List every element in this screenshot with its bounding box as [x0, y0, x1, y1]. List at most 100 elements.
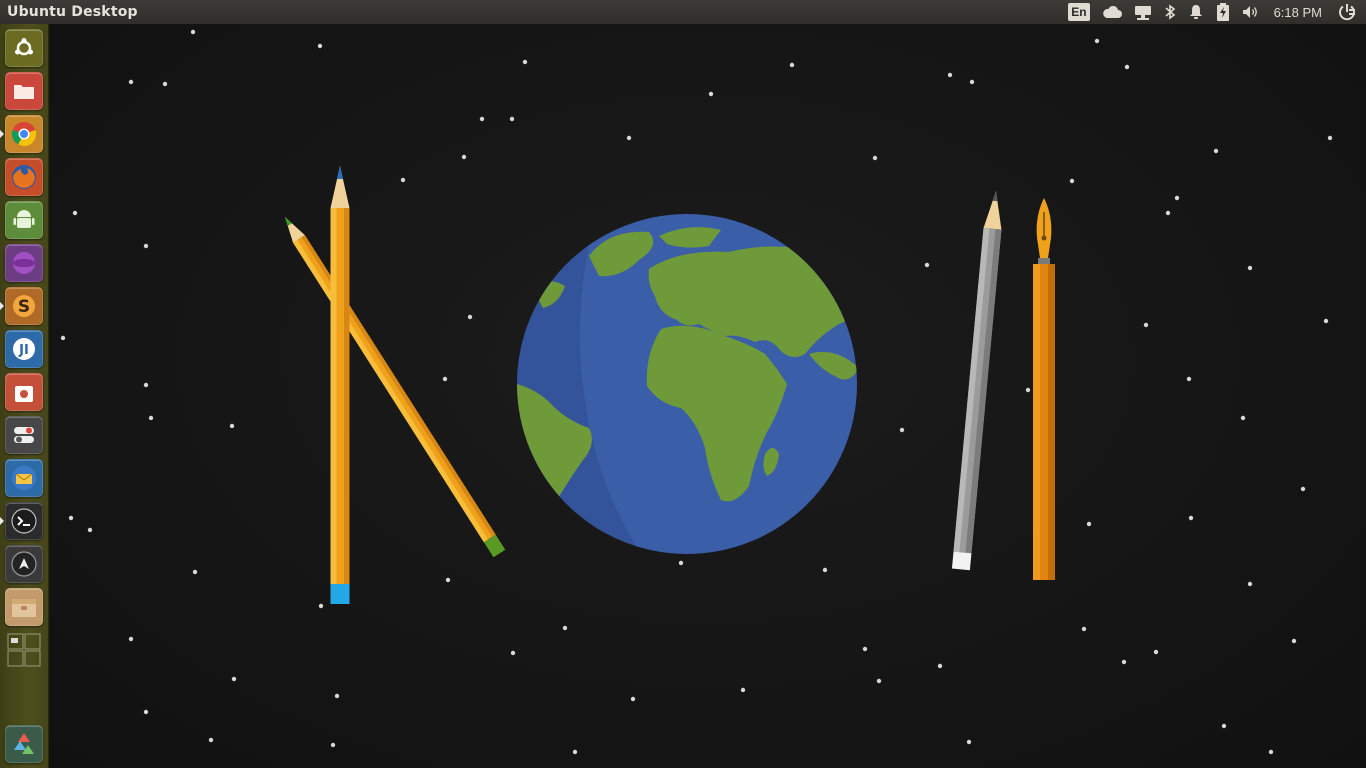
star [1153, 649, 1159, 655]
intellij-icon: JI [12, 337, 36, 361]
star [947, 72, 953, 78]
star [1247, 265, 1253, 271]
clock[interactable]: 6:18 PM [1274, 5, 1322, 20]
earth-globe-icon [517, 214, 857, 554]
star [87, 527, 93, 533]
star [1240, 415, 1246, 421]
star [467, 314, 473, 320]
launcher-item-files[interactable] [5, 72, 43, 110]
recycle-icon [10, 730, 38, 758]
star [1069, 178, 1075, 184]
launcher-item-mail[interactable] [5, 459, 43, 497]
star [318, 603, 324, 609]
sublime-icon: S [12, 294, 36, 318]
star [1327, 135, 1333, 141]
keyboard-layout-indicator[interactable]: En [1068, 0, 1090, 24]
star [143, 382, 149, 388]
launcher-item-archive[interactable] [5, 588, 43, 626]
workspace-switcher-icon [7, 633, 41, 667]
launcher-item-intellij[interactable]: JI [5, 330, 43, 368]
star [626, 135, 632, 141]
bluetooth-icon[interactable] [1164, 0, 1176, 24]
star [60, 335, 66, 341]
fountain-pen-icon [1033, 198, 1055, 580]
launcher-item-sublime-text[interactable]: S [5, 287, 43, 325]
star [162, 81, 168, 87]
star [522, 59, 528, 65]
software-bag-icon [12, 380, 36, 404]
star [445, 577, 451, 583]
star [317, 43, 323, 49]
firefox-icon [11, 164, 37, 190]
launcher-item-chrome[interactable] [5, 115, 43, 153]
star [231, 676, 237, 682]
star [708, 91, 714, 97]
session-power-icon[interactable] [1338, 0, 1356, 24]
launcher-item-inkscape[interactable] [5, 545, 43, 583]
network-wired-icon[interactable] [1134, 0, 1152, 24]
cloud-icon[interactable] [1102, 0, 1122, 24]
star [1165, 210, 1171, 216]
star [128, 636, 134, 642]
star [330, 742, 336, 748]
star [128, 79, 134, 85]
running-indicator [0, 302, 4, 310]
star [68, 515, 74, 521]
star [876, 678, 882, 684]
star [1268, 749, 1274, 755]
launcher: S JI [0, 24, 49, 768]
star [1143, 322, 1149, 328]
star [1300, 486, 1306, 492]
battery-icon[interactable] [1216, 0, 1230, 24]
star [1121, 659, 1127, 665]
star [190, 29, 196, 35]
blue-pencil-icon [330, 166, 350, 604]
launcher-item-terminal[interactable] [5, 502, 43, 540]
wallpaper-art [60, 29, 1333, 755]
star [1186, 376, 1192, 382]
star [510, 650, 516, 656]
star [1291, 638, 1297, 644]
notification-bell-icon[interactable] [1188, 0, 1204, 24]
star [1094, 38, 1100, 44]
star [192, 569, 198, 575]
star [1221, 723, 1227, 729]
star [1081, 626, 1087, 632]
star [862, 646, 868, 652]
star [899, 427, 905, 433]
star [822, 567, 828, 573]
launcher-item-app-purple[interactable] [5, 244, 43, 282]
window-title: Ubuntu Desktop [7, 4, 138, 20]
grey-pencil-icon [951, 191, 1002, 571]
launcher-item-dash-home[interactable] [5, 29, 43, 67]
star [1086, 521, 1092, 527]
star [400, 177, 406, 183]
ubuntu-logo-icon [13, 37, 35, 59]
star [334, 693, 340, 699]
star [1174, 195, 1180, 201]
launcher-item-trash[interactable] [5, 725, 43, 763]
star [630, 696, 636, 702]
desktop[interactable] [49, 24, 1366, 768]
running-indicator [0, 517, 4, 525]
star [969, 79, 975, 85]
star [1213, 148, 1219, 154]
launcher-item-system-settings[interactable] [5, 416, 43, 454]
running-indicator [0, 130, 4, 138]
star [143, 709, 149, 715]
star [442, 376, 448, 382]
launcher-item-software-center[interactable] [5, 373, 43, 411]
launcher-item-android-studio[interactable] [5, 201, 43, 239]
star [562, 625, 568, 631]
star [509, 116, 515, 122]
envelope-icon [11, 465, 37, 491]
volume-icon[interactable] [1242, 0, 1260, 24]
star [72, 210, 78, 216]
star [1247, 581, 1253, 587]
launcher-item-workspaces[interactable] [5, 631, 43, 669]
star [461, 154, 467, 160]
star [148, 415, 154, 421]
svg-text:JI: JI [18, 343, 29, 358]
star [740, 687, 746, 693]
launcher-item-firefox[interactable] [5, 158, 43, 196]
